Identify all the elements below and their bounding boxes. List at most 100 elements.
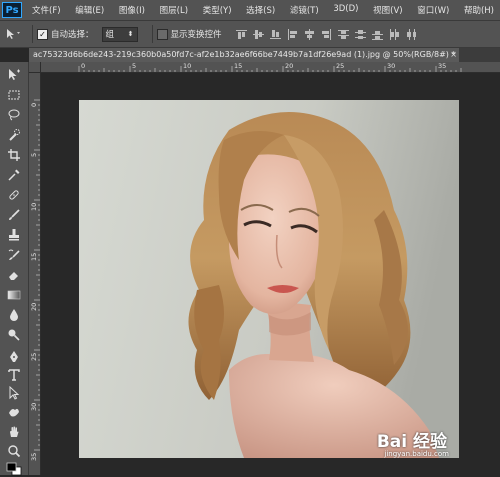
ruler-label: 0 xyxy=(81,62,86,70)
baidu-watermark: Bai 经验 xyxy=(376,432,447,452)
ruler-label: 30 xyxy=(30,402,38,411)
tool-preset-picker[interactable] xyxy=(0,28,28,40)
menu-window[interactable]: 窗口(W) xyxy=(417,4,449,16)
ruler-ticks xyxy=(78,66,462,72)
distribute-top-icon[interactable] xyxy=(337,29,349,40)
ruler-label: 5 xyxy=(30,152,38,157)
eraser-icon xyxy=(9,271,18,280)
move-tool-icon xyxy=(7,29,20,39)
auto-select-value: 组 xyxy=(105,30,115,40)
healing-brush-tool[interactable] xyxy=(4,186,24,203)
align-vcenter-icon[interactable] xyxy=(252,29,264,40)
menu-filter[interactable]: 滤镜(T) xyxy=(290,4,319,16)
align-hcenter-icon[interactable] xyxy=(304,28,315,40)
crop-icon xyxy=(8,148,20,161)
pen-tool[interactable] xyxy=(4,348,24,365)
chevron-down-icon: ⬍ xyxy=(127,30,134,38)
ruler-label: 35 xyxy=(30,452,38,461)
ruler-label: 15 xyxy=(234,62,243,70)
brush-tool[interactable] xyxy=(4,206,24,223)
ruler-label: 5 xyxy=(132,62,137,70)
options-divider xyxy=(151,25,153,43)
menu-layer[interactable]: 图层(L) xyxy=(160,4,188,16)
menu-image[interactable]: 图像(I) xyxy=(119,4,145,16)
ruler-label: 10 xyxy=(30,202,38,211)
eyedropper-tool[interactable] xyxy=(4,166,24,183)
ruler-origin[interactable] xyxy=(29,62,41,73)
stamp-icon xyxy=(9,228,19,240)
path-select-tool[interactable] xyxy=(4,384,24,401)
align-top-icon[interactable] xyxy=(235,29,247,40)
auto-select-label: 自动选择： xyxy=(51,30,94,40)
eyedropper-icon xyxy=(8,169,20,181)
menu-items: 文件(F) 编辑(E) 图像(I) 图层(L) 类型(Y) 选择(S) 滤镜(T… xyxy=(32,4,500,16)
align-buttons xyxy=(235,28,417,40)
ruler-label: 0 xyxy=(30,102,38,107)
horizontal-ruler[interactable]: 0 5 10 15 20 25 30 35 xyxy=(41,62,500,73)
zoom-tool[interactable] xyxy=(4,442,24,459)
close-icon[interactable]: × xyxy=(450,48,457,62)
menu-help[interactable]: 帮助(H) xyxy=(464,4,494,16)
brush-icon xyxy=(9,208,20,220)
menu-select[interactable]: 选择(S) xyxy=(246,4,275,16)
arrow-icon xyxy=(9,385,20,400)
eraser-tool[interactable] xyxy=(4,266,24,283)
portrait-photo: Bai 经验 jingyan.baidu.com xyxy=(79,100,459,458)
document-tab-title: ac75323d6b6de243-219c360b0a50fd7c-af2e1b… xyxy=(33,50,456,59)
align-left-icon[interactable] xyxy=(287,28,298,40)
distribute-left-icon[interactable] xyxy=(389,28,400,40)
menu-bar: Ps 文件(F) 编辑(E) 图像(I) 图层(L) 类型(Y) 选择(S) 滤… xyxy=(0,0,500,21)
document-tab[interactable]: ac75323d6b6de243-219c360b0a50fd7c-af2e1b… xyxy=(29,48,459,62)
ruler-label: 30 xyxy=(387,62,396,70)
ruler-label: 25 xyxy=(336,62,345,70)
options-bar: ✓ 自动选择： 组 ⬍ 显示变换控件 xyxy=(0,21,500,48)
align-right-icon[interactable] xyxy=(321,28,332,40)
blur-tool[interactable] xyxy=(4,306,24,323)
ruler-label: 20 xyxy=(285,62,294,70)
quick-select-tool[interactable] xyxy=(4,126,24,143)
tools-panel xyxy=(0,62,29,475)
distribute-bottom-icon[interactable] xyxy=(371,29,383,40)
history-brush-tool[interactable] xyxy=(4,246,24,263)
ruler-label: 25 xyxy=(30,352,38,361)
ruler-label: 15 xyxy=(30,252,38,261)
menu-view[interactable]: 视图(V) xyxy=(373,4,402,16)
baidu-watermark-url: jingyan.baidu.com xyxy=(384,450,449,458)
ruler-label: 20 xyxy=(30,302,38,311)
menu-3d[interactable]: 3D(D) xyxy=(333,4,358,16)
auto-select-dropdown[interactable]: 组 ⬍ xyxy=(101,26,138,42)
menu-file[interactable]: 文件(F) xyxy=(32,4,61,16)
menu-edit[interactable]: 编辑(E) xyxy=(75,4,104,16)
distribute-vcenter-icon[interactable] xyxy=(354,29,366,40)
align-bottom-icon[interactable] xyxy=(269,29,281,40)
menu-type[interactable]: 类型(Y) xyxy=(203,4,232,16)
hand-tool[interactable] xyxy=(4,423,24,440)
hand-icon xyxy=(10,425,19,437)
dodge-tool[interactable] xyxy=(4,326,24,343)
distribute-hcenter-icon[interactable] xyxy=(406,28,417,40)
move-tool[interactable] xyxy=(4,66,24,83)
zoom-icon xyxy=(8,444,21,457)
color-swatches[interactable] xyxy=(4,460,24,477)
quick-select-icon xyxy=(9,128,20,141)
gradient-icon xyxy=(7,290,21,299)
shape-tool[interactable] xyxy=(4,403,24,420)
marquee-tool[interactable] xyxy=(4,86,24,103)
type-tool[interactable] xyxy=(4,366,24,383)
crop-tool[interactable] xyxy=(4,146,24,163)
show-transform-checkbox[interactable] xyxy=(156,28,168,40)
clone-stamp-tool[interactable] xyxy=(4,226,24,243)
history-brush-icon xyxy=(8,249,20,260)
type-icon xyxy=(8,368,20,381)
ruler-label: 10 xyxy=(183,62,192,70)
pen-icon xyxy=(10,350,18,362)
lasso-tool[interactable] xyxy=(4,106,24,123)
portrait-image xyxy=(79,100,459,458)
gradient-tool[interactable] xyxy=(4,286,24,303)
options-divider xyxy=(32,25,33,43)
auto-select-checkbox[interactable]: ✓ xyxy=(37,28,48,40)
ruler-ticks xyxy=(34,99,40,451)
document-canvas[interactable]: Bai 经验 jingyan.baidu.com xyxy=(41,73,500,475)
vertical-ruler[interactable]: 0 5 10 15 20 25 30 35 xyxy=(29,73,41,475)
dodge-icon xyxy=(8,329,20,341)
